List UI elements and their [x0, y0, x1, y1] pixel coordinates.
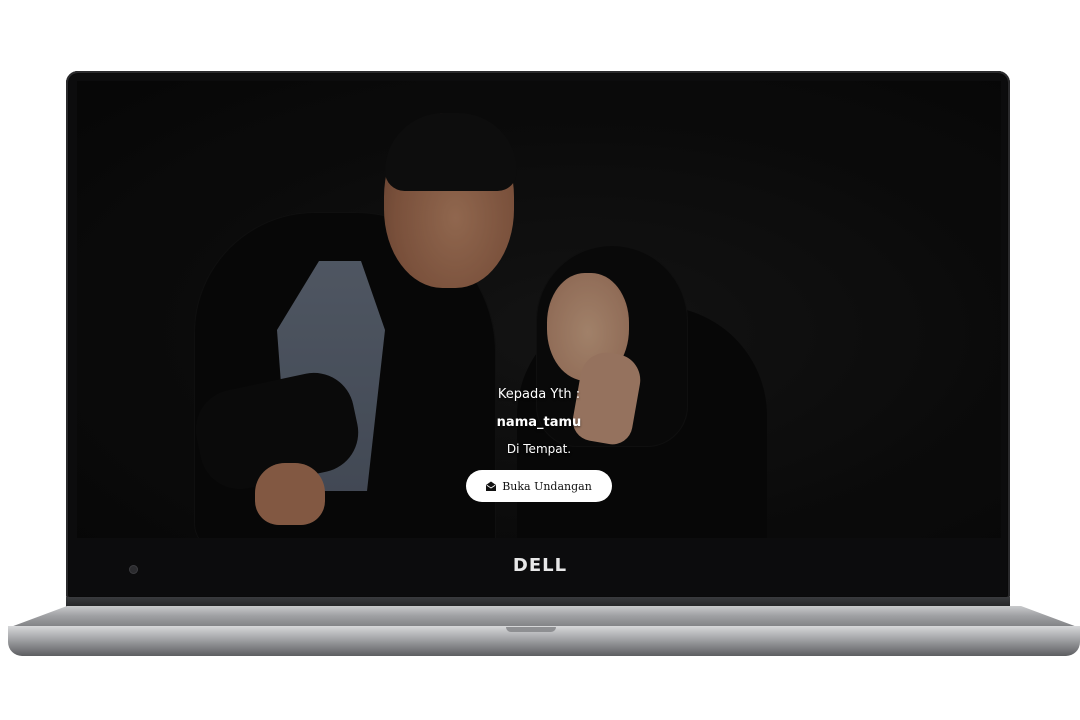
location-text: Di Tempat. [506, 442, 572, 456]
webcam-icon [129, 565, 138, 574]
lid-notch [506, 627, 556, 632]
laptop-screen: Kepada Yth : nama_tamu Di Tempat. Buka U… [77, 81, 1001, 538]
greeting-text: Kepada Yth : [497, 387, 581, 402]
brand-logo: DELL [512, 555, 568, 576]
envelope-open-icon [486, 481, 497, 491]
open-invitation-label: Buka Undangan [502, 479, 592, 493]
invitation-cover: Kepada Yth : nama_tamu Di Tempat. Buka U… [77, 386, 1001, 502]
guest-name: nama_tamu [496, 415, 582, 430]
keyboard-deck [8, 606, 1080, 628]
laptop-mockup: Kepada Yth : nama_tamu Di Tempat. Buka U… [0, 0, 1080, 720]
open-invitation-button[interactable]: Buka Undangan [466, 470, 612, 502]
